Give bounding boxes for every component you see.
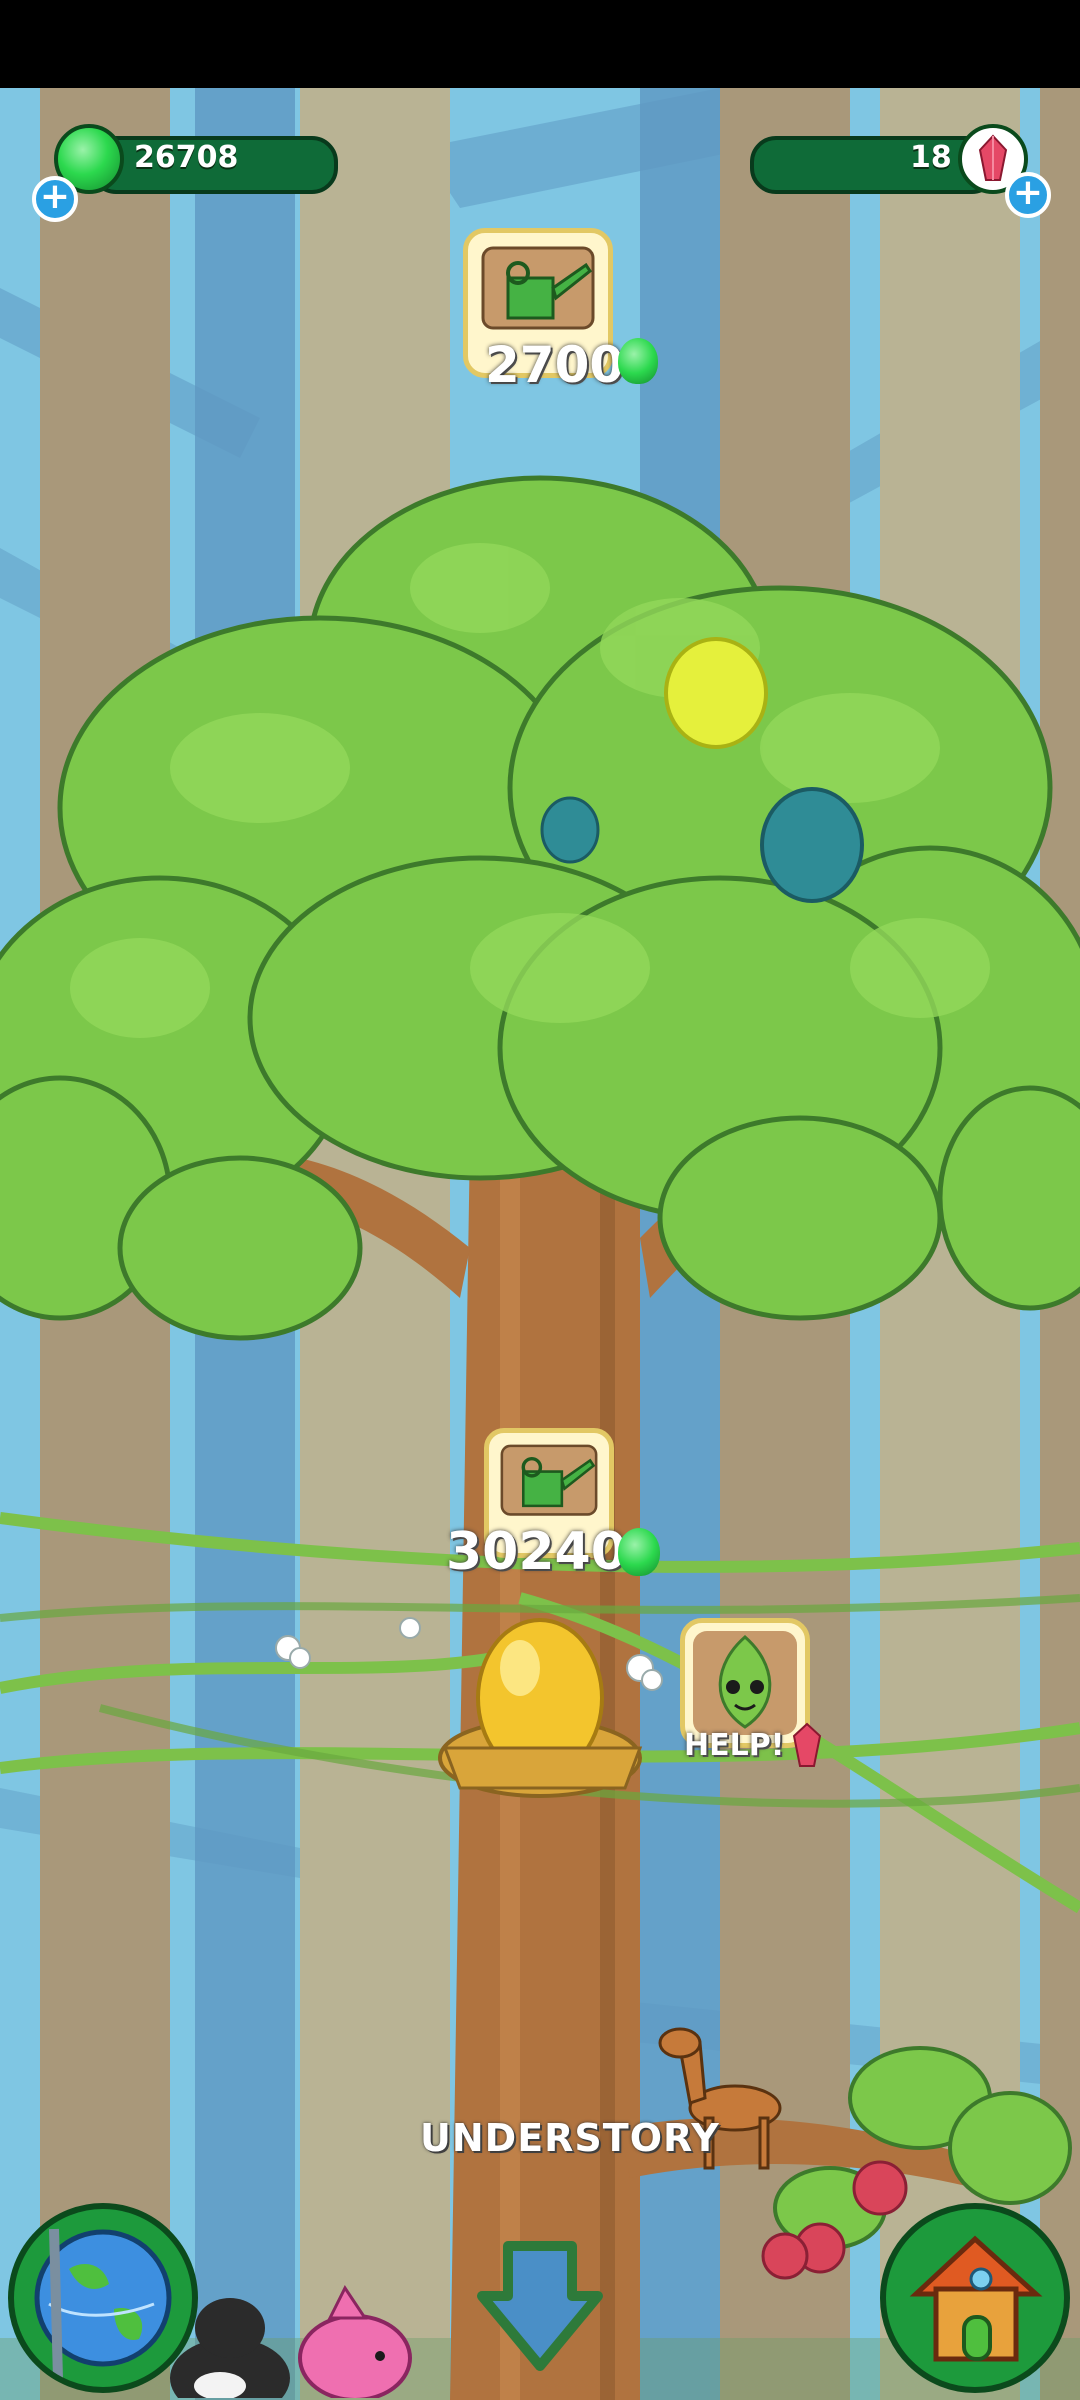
game-screen: + 26708 + 18 2700 30240 HELP! UNDERSTORY: [0, 0, 1080, 2400]
teal-fruit-large: [760, 787, 864, 903]
crystals-count: 18: [910, 140, 952, 175]
green-gem-icon: [618, 338, 658, 384]
yellow-fruit: [664, 637, 768, 749]
down-arrow-icon: [477, 2241, 603, 2371]
forest-scene[interactable]: + 26708 + 18 2700 30240 HELP! UNDERSTORY: [0, 88, 1080, 2400]
gems-count: 26708: [134, 140, 239, 175]
pet-creatures: [170, 2285, 412, 2398]
add-gems-button[interactable]: +: [32, 176, 78, 222]
main-tree: [0, 475, 1080, 2400]
help-label: HELP!: [684, 1728, 785, 1763]
house-icon: [909, 2235, 1043, 2362]
area-label: UNDERSTORY: [420, 2116, 720, 2160]
plus-icon: +: [1012, 172, 1044, 213]
status-bar: [0, 0, 1080, 88]
descend-button[interactable]: [470, 2236, 610, 2376]
green-gem-icon: [618, 1528, 660, 1576]
home-button[interactable]: [880, 2203, 1070, 2393]
top-upgrade-cost: 2700: [485, 336, 625, 394]
plus-icon: +: [39, 176, 71, 217]
red-crystal-icon: [792, 1722, 822, 1767]
middle-upgrade-cost: 30240: [446, 1522, 627, 1582]
teal-fruit-small: [540, 796, 600, 864]
add-crystals-button[interactable]: +: [1005, 172, 1051, 218]
